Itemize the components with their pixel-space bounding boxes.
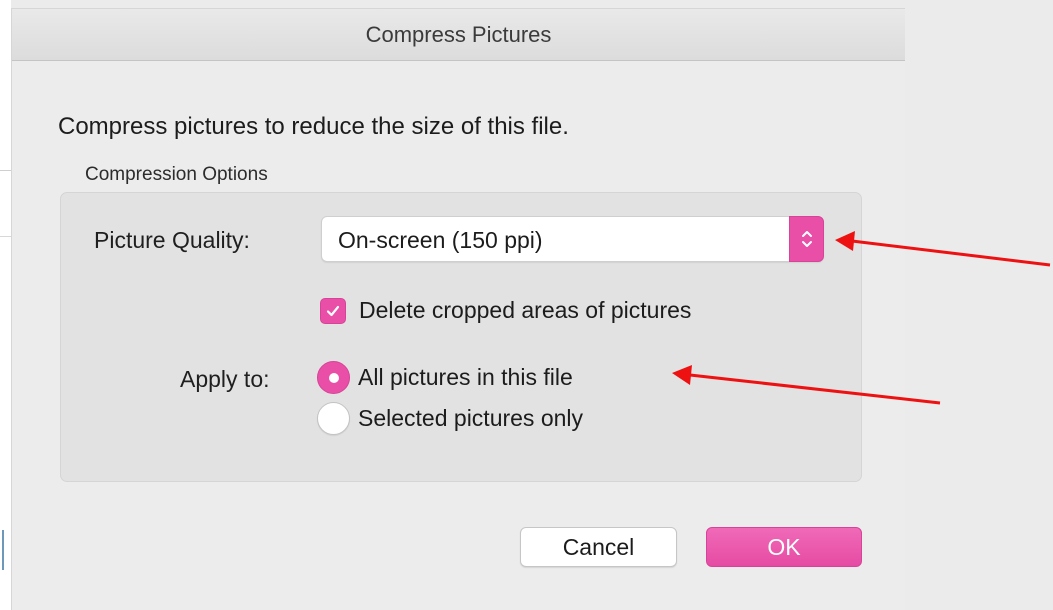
radio-button-unselected[interactable] (317, 402, 350, 435)
compression-options-label: Compression Options (85, 164, 268, 185)
delete-cropped-areas-option[interactable]: Delete cropped areas of pictures (320, 297, 691, 324)
background-app-window (0, 0, 11, 610)
chevron-up-down-icon[interactable] (789, 216, 824, 262)
dialog-title: Compress Pictures (12, 9, 905, 61)
radio-selected-pictures[interactable]: Selected pictures only (317, 402, 583, 435)
delete-cropped-areas-checkbox[interactable] (320, 297, 346, 324)
checkmark-icon (326, 305, 340, 316)
screen: Compress Pictures Compress pictures to r… (0, 0, 1053, 610)
picture-quality-label: Picture Quality: (94, 227, 250, 253)
background-glyph (2, 530, 10, 570)
radio-all-pictures[interactable]: All pictures in this file (317, 361, 573, 394)
delete-cropped-areas-label: Delete cropped areas of pictures (359, 297, 692, 323)
dialog-intro-text: Compress pictures to reduce the size of … (58, 113, 569, 140)
ok-button[interactable]: OK (706, 527, 862, 567)
apply-to-label: Apply to: (180, 366, 270, 392)
radio-selected-pictures-label: Selected pictures only (358, 405, 584, 431)
radio-button-selected[interactable] (317, 361, 350, 394)
picture-quality-value: On-screen (150 ppi) (338, 227, 543, 253)
radio-all-pictures-label: All pictures in this file (358, 364, 573, 390)
background-divider (0, 236, 11, 237)
background-divider (0, 170, 11, 171)
cancel-button[interactable]: Cancel (520, 527, 677, 567)
picture-quality-select[interactable]: On-screen (150 ppi) (321, 216, 824, 262)
compress-pictures-dialog: Compress Pictures Compress pictures to r… (11, 8, 905, 610)
